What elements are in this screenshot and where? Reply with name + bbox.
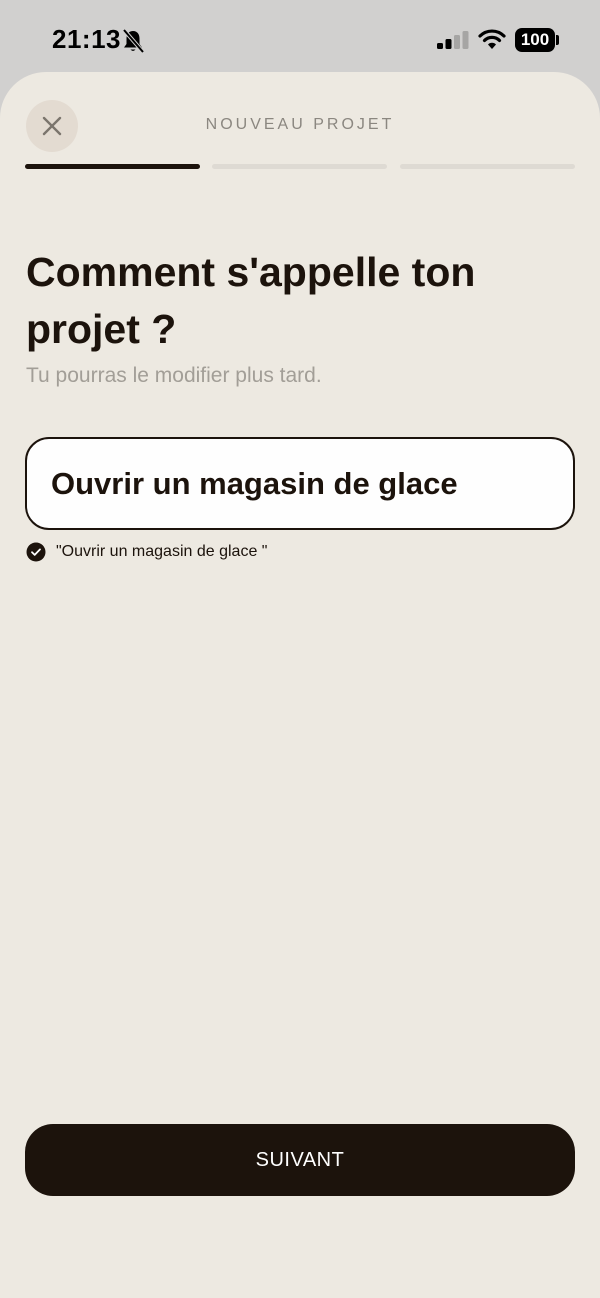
signal-icon [437,31,469,49]
headline: Comment s'appelle ton projet ? [26,249,476,352]
status-bar: 21:13 100 [0,0,600,76]
suggestion-label: "Ouvrir un magasin de glace " [56,543,268,560]
page-title: NOUVEAU PROJET [205,116,395,133]
progress-step-3 [400,164,575,169]
check-circle-icon [26,542,46,562]
wifi-icon [478,29,506,49]
bell-off-icon [122,28,145,54]
battery-icon: 100 [515,28,555,52]
subtitle: Tu pourras le modifier plus tard. [26,364,322,387]
battery-tip [556,35,559,45]
project-name-input[interactable] [25,437,575,530]
progress-step-2 [212,164,387,169]
status-time: 21:13 [52,24,121,54]
progress-step-1 [25,164,200,169]
new-project-sheet: NOUVEAU PROJET Comment s'appelle ton pro… [0,72,600,1298]
name-suggestion[interactable]: "Ouvrir un magasin de glace " [26,542,267,562]
next-button[interactable]: SUIVANT [25,1124,575,1196]
